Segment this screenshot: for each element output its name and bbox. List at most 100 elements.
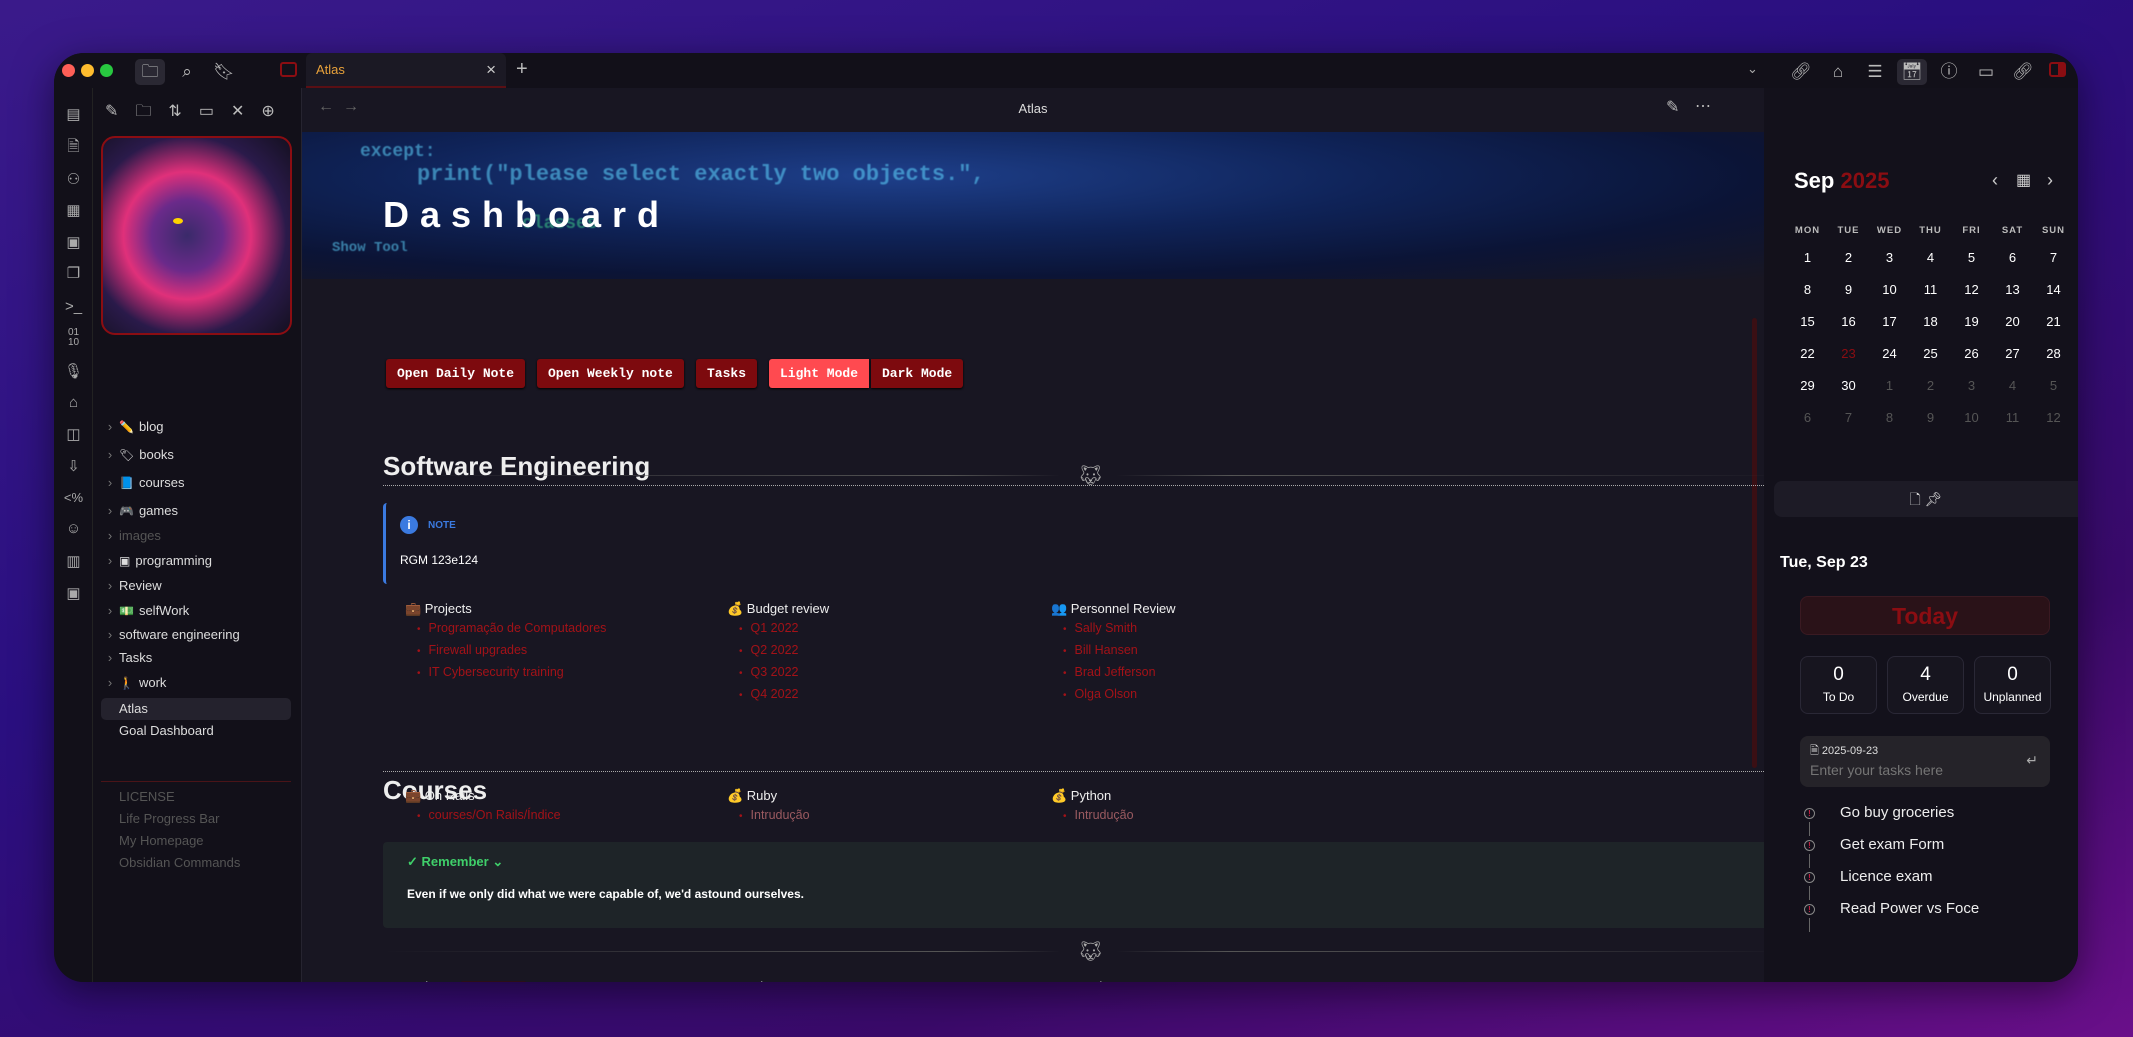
task-item[interactable]: Get exam Form xyxy=(1840,836,1944,853)
tree-item-games[interactable]: › 🎮 games xyxy=(101,500,291,522)
calendar-day[interactable]: 20 xyxy=(1992,314,2033,329)
tasks-button[interactable]: Tasks xyxy=(696,359,758,388)
list-link[interactable]: Bill Hansen xyxy=(1063,643,1138,657)
list-link[interactable]: courses/On Rails/Índice xyxy=(417,808,561,822)
next-month-button[interactable]: › xyxy=(2047,170,2053,191)
close-tab-icon[interactable]: × xyxy=(486,60,496,80)
calendar-day[interactable]: 27 xyxy=(1992,346,2033,361)
binary-icon[interactable]: 01 10 xyxy=(60,328,87,350)
calendar-day[interactable]: 6 xyxy=(1992,250,2033,265)
tree-item-programming[interactable]: › ▣ programming xyxy=(101,550,291,572)
minimize-window-button[interactable] xyxy=(81,64,94,77)
calendar-day[interactable]: 7 xyxy=(2033,250,2074,265)
home-icon[interactable]: ⌂ xyxy=(60,392,87,414)
maximize-window-button[interactable] xyxy=(100,64,113,77)
smiley-icon[interactable]: ☺ xyxy=(60,518,87,540)
layers-icon[interactable]: ◫ xyxy=(60,424,87,446)
tag-badge[interactable]: #mcl/list-card xyxy=(459,981,527,982)
microphone-icon[interactable]: 🎙︎ xyxy=(60,361,87,383)
new-tab-button[interactable]: + xyxy=(516,58,528,81)
calendar-icon[interactable]: ▣ xyxy=(60,232,87,254)
calendar-day[interactable]: 4 xyxy=(1910,250,1951,265)
calendar-day[interactable]: 24 xyxy=(1869,346,1910,361)
file-search-icon[interactable]: 🗎 xyxy=(60,136,87,158)
list-link[interactable]: IT Cybersecurity training xyxy=(417,665,564,679)
list-link[interactable]: Brad Jefferson xyxy=(1063,665,1156,679)
stat-unplanned[interactable]: 0 Unplanned xyxy=(1974,656,2051,714)
canvas-icon[interactable]: ▦ xyxy=(60,200,87,222)
open-weekly-note-button[interactable]: Open Weekly note xyxy=(537,359,684,388)
task-item[interactable]: Licence exam xyxy=(1840,868,1933,885)
tree-item-review[interactable]: › Review xyxy=(101,575,291,597)
light-mode-button[interactable]: Light Mode xyxy=(769,359,870,388)
task-input-box[interactable]: 🗎 2025-09-23 ↵ xyxy=(1800,736,2050,787)
open-daily-note-button[interactable]: Open Daily Note xyxy=(386,359,526,388)
new-note-icon[interactable]: ✎ xyxy=(105,103,135,120)
tree-item-software-engineering[interactable]: › software engineering xyxy=(101,624,291,646)
remember-callout[interactable]: ✓ Remember ⌄ Even if we only did what we… xyxy=(383,842,1764,928)
calendar-day[interactable]: 8 xyxy=(1787,282,1828,297)
bookmark-icon[interactable]: 🔖︎ xyxy=(209,59,239,85)
file-icon[interactable]: 🗋 xyxy=(1910,491,1921,507)
calendar-day[interactable]: 18 xyxy=(1910,314,1951,329)
tree-footer-item[interactable]: Life Progress Bar xyxy=(101,808,291,830)
calendar-day[interactable]: 10 xyxy=(1869,282,1910,297)
calendar-day[interactable]: 28 xyxy=(2033,346,2074,361)
backlinks-icon[interactable]: 🔗︎ xyxy=(2008,59,2038,85)
tree-item-tasks[interactable]: › Tasks xyxy=(101,647,291,669)
list-link[interactable]: Q3 2022 xyxy=(739,665,799,679)
tree-item-courses[interactable]: › 📘 courses xyxy=(101,472,291,494)
templater-icon[interactable]: <% xyxy=(60,487,87,509)
calendar-day[interactable]: 1 xyxy=(1787,250,1828,265)
calendar-day[interactable]: 9 xyxy=(1910,410,1951,425)
calendar-day[interactable]: 9 xyxy=(1828,282,1869,297)
terminal-icon[interactable]: >_ xyxy=(60,296,87,318)
calendar-day[interactable]: 16 xyxy=(1828,314,1869,329)
import-icon[interactable]: ⇩ xyxy=(60,456,87,478)
previous-month-button[interactable]: ‹ xyxy=(1992,170,1998,191)
calendar-day[interactable]: 3 xyxy=(1951,378,1992,393)
callout-title[interactable]: ✓ Remember ⌄ xyxy=(407,854,503,870)
tree-item-books[interactable]: › 🏷 books xyxy=(101,444,291,466)
outgoing-links-icon[interactable]: 🔗︎ xyxy=(1786,59,1816,85)
daily-note-icon[interactable]: ▣ xyxy=(60,583,87,605)
calendar-day[interactable]: 12 xyxy=(2033,410,2074,425)
calendar-day[interactable]: 1 xyxy=(1869,378,1910,393)
calendar-day[interactable]: 13 xyxy=(1992,282,2033,297)
folder-icon[interactable]: 🗀 xyxy=(135,59,165,85)
tree-footer-item[interactable]: Obsidian Commands xyxy=(101,852,291,874)
calendar-day[interactable]: 6 xyxy=(1787,410,1828,425)
kanban-icon[interactable]: ▥ xyxy=(60,551,87,573)
stat-to-do[interactable]: 0 To Do xyxy=(1800,656,1877,714)
stat-overdue[interactable]: 4 Overdue xyxy=(1887,656,1964,714)
new-folder-icon[interactable]: 🗀 xyxy=(135,103,168,120)
list-link[interactable]: Intrudução xyxy=(1063,808,1134,822)
calendar-day[interactable]: 19 xyxy=(1951,314,1992,329)
tree-footer-item[interactable]: My Homepage xyxy=(101,830,291,852)
calendar-day[interactable]: 4 xyxy=(1992,378,2033,393)
dashboard-icon[interactable]: ▤ xyxy=(60,104,87,126)
expand-icon[interactable]: ✕ xyxy=(231,103,261,120)
calendar-day[interactable]: 2 xyxy=(1910,378,1951,393)
graph-icon[interactable]: ⚇ xyxy=(60,169,87,191)
calendar-day[interactable]: 17 xyxy=(1869,314,1910,329)
calendar-day[interactable]: 10 xyxy=(1951,410,1992,425)
reveal-icon[interactable]: ⊕ xyxy=(261,103,291,120)
calendar-day[interactable]: 21 xyxy=(2033,314,2074,329)
more-options-icon[interactable]: ⋯ xyxy=(1695,96,1711,116)
calendar-today-icon[interactable]: ▦ xyxy=(2016,170,2031,190)
list-link[interactable]: Q1 2022 xyxy=(739,621,799,635)
tree-item-blog[interactable]: › ✏️ blog xyxy=(101,416,291,438)
tags-icon[interactable]: ⌂ xyxy=(1823,59,1853,85)
search-icon[interactable]: ⌕ xyxy=(172,59,202,85)
sidebar-toggle-icon[interactable] xyxy=(280,62,297,77)
tree-item-images[interactable]: › images xyxy=(101,525,291,547)
calendar-day[interactable]: 5 xyxy=(2033,378,2074,393)
close-window-button[interactable] xyxy=(62,64,75,77)
pin-icon[interactable]: 📌︎ xyxy=(1925,491,1943,507)
collapse-icon[interactable]: ▭ xyxy=(199,103,231,120)
tree-footer-item[interactable]: LICENSE xyxy=(101,786,291,808)
edit-icon[interactable]: ✎ xyxy=(1666,97,1679,117)
task-item[interactable]: Go buy groceries xyxy=(1840,804,1954,821)
task-item[interactable]: Read Power vs Foce xyxy=(1840,900,1979,917)
